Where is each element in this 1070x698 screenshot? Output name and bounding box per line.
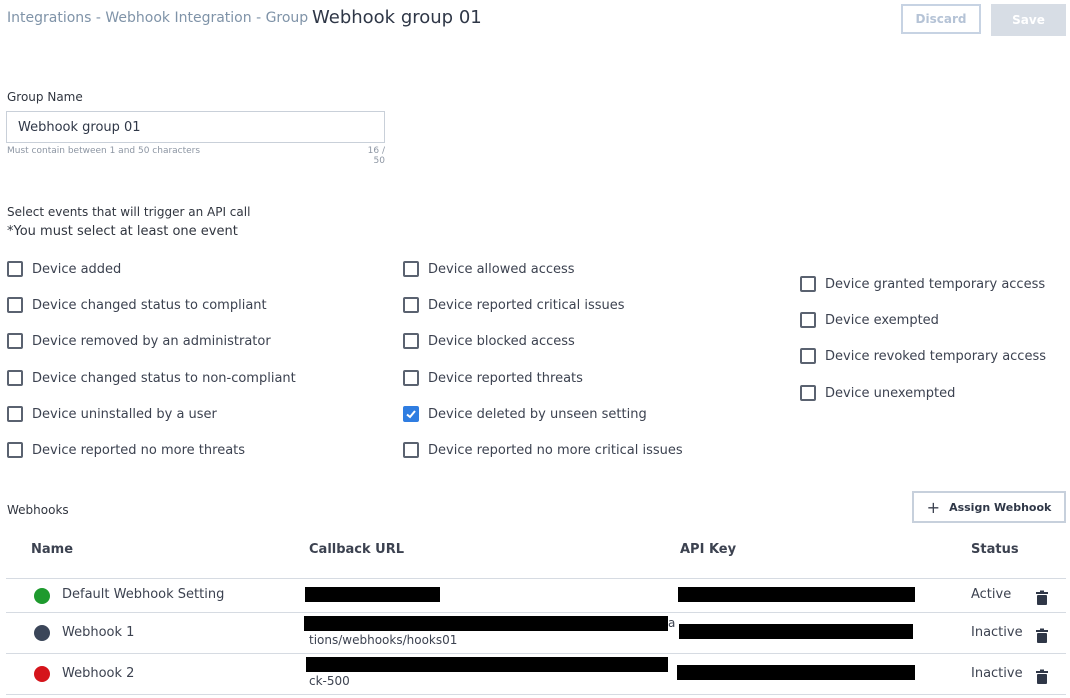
event-label: Device deleted by unseen setting bbox=[428, 406, 647, 422]
column-header-callback-url[interactable]: Callback URL bbox=[309, 542, 404, 557]
breadcrumb: Integrations - Webhook Integration - Gro… bbox=[7, 10, 309, 26]
event-label: Device changed status to non-compliant bbox=[32, 370, 296, 386]
event-label: Device revoked temporary access bbox=[825, 348, 1046, 364]
checkbox[interactable] bbox=[7, 333, 23, 349]
webhook-name: Default Webhook Setting bbox=[62, 587, 225, 602]
callback-url-tail: ck-500 bbox=[309, 674, 350, 688]
group-name-helper: Must contain between 1 and 50 characters bbox=[7, 146, 201, 156]
webhook-name: Webhook 2 bbox=[62, 666, 135, 681]
checkbox[interactable] bbox=[403, 442, 419, 458]
checkbox[interactable] bbox=[403, 261, 419, 277]
checkbox[interactable] bbox=[7, 442, 23, 458]
checkbox[interactable] bbox=[7, 370, 23, 386]
page-title: Webhook group 01 bbox=[312, 7, 482, 28]
event-label: Device added bbox=[32, 261, 122, 277]
event-checkbox-item[interactable]: Device reported threats bbox=[403, 370, 583, 386]
event-label: Device granted temporary access bbox=[825, 276, 1046, 292]
status-text: Active bbox=[971, 587, 1012, 602]
redacted-callback-url bbox=[305, 587, 440, 602]
status-dot bbox=[34, 588, 50, 604]
event-checkbox-item[interactable]: Device changed status to non-compliant bbox=[7, 370, 296, 386]
event-label: Device unexempted bbox=[825, 385, 956, 401]
events-title: Select events that will trigger an API c… bbox=[7, 205, 251, 219]
checkbox-checked[interactable] bbox=[403, 406, 419, 422]
table-divider bbox=[6, 612, 1066, 613]
column-header-api-key[interactable]: API Key bbox=[680, 542, 736, 557]
checkbox[interactable] bbox=[403, 370, 419, 386]
char-counter: 16 / 50 bbox=[367, 146, 385, 166]
checkbox[interactable] bbox=[7, 406, 23, 422]
webhook-name: Webhook 1 bbox=[62, 625, 135, 640]
event-checkbox-item[interactable]: Device unexempted bbox=[800, 385, 955, 401]
assign-webhook-button[interactable]: + Assign Webhook bbox=[912, 491, 1066, 523]
webhooks-section-title: Webhooks bbox=[7, 503, 69, 517]
trash-icon[interactable] bbox=[1035, 590, 1049, 606]
status-dot bbox=[34, 625, 50, 641]
checkbox[interactable] bbox=[7, 261, 23, 277]
callback-url-fragment: a bbox=[668, 616, 676, 630]
event-label: Device exempted bbox=[825, 312, 939, 328]
checkbox[interactable] bbox=[800, 276, 816, 292]
event-checkbox-item[interactable]: Device uninstalled by a user bbox=[7, 406, 217, 422]
discard-button[interactable]: Discard bbox=[901, 4, 981, 34]
trash-icon[interactable] bbox=[1035, 669, 1049, 685]
events-note: *You must select at least one event bbox=[7, 224, 238, 239]
event-label: Device allowed access bbox=[428, 261, 575, 277]
event-label: Device blocked access bbox=[428, 333, 575, 349]
status-text: Inactive bbox=[971, 625, 1023, 640]
event-checkbox-item[interactable]: Device added bbox=[7, 261, 121, 277]
redacted-api-key bbox=[679, 624, 913, 639]
status-text: Inactive bbox=[971, 666, 1023, 681]
group-name-input[interactable] bbox=[6, 111, 385, 143]
event-checkbox-item[interactable]: Device blocked access bbox=[403, 333, 575, 349]
checkbox[interactable] bbox=[800, 385, 816, 401]
event-label: Device reported critical issues bbox=[428, 297, 625, 313]
event-label: Device changed status to compliant bbox=[32, 297, 267, 313]
save-button[interactable]: Save bbox=[991, 4, 1066, 36]
event-checkbox-item[interactable]: Device allowed access bbox=[403, 261, 575, 277]
trash-icon[interactable] bbox=[1035, 628, 1049, 644]
event-label: Device reported threats bbox=[428, 370, 583, 386]
event-checkbox-item[interactable]: Device deleted by unseen setting bbox=[403, 406, 647, 422]
redacted-api-key bbox=[677, 665, 915, 680]
checkbox[interactable] bbox=[800, 312, 816, 328]
status-dot bbox=[34, 666, 50, 682]
event-checkbox-item[interactable]: Device granted temporary access bbox=[800, 276, 1045, 292]
event-checkbox-item[interactable]: Device changed status to compliant bbox=[7, 297, 267, 313]
event-checkbox-item[interactable]: Device reported critical issues bbox=[403, 297, 625, 313]
checkbox[interactable] bbox=[7, 297, 23, 313]
checkbox[interactable] bbox=[403, 333, 419, 349]
event-checkbox-item[interactable]: Device revoked temporary access bbox=[800, 348, 1046, 364]
callback-url-tail: tions/webhooks/hooks01 bbox=[309, 633, 458, 647]
checkbox[interactable] bbox=[403, 297, 419, 313]
event-label: Device reported no more threats bbox=[32, 442, 246, 458]
event-checkbox-item[interactable]: Device exempted bbox=[800, 312, 939, 328]
group-name-label: Group Name bbox=[7, 90, 83, 104]
event-checkbox-item[interactable]: Device removed by an administrator bbox=[7, 333, 271, 349]
redacted-api-key bbox=[678, 587, 915, 602]
checkmark-icon bbox=[406, 410, 416, 419]
redacted-callback-url bbox=[304, 616, 668, 631]
event-checkbox-item[interactable]: Device reported no more threats bbox=[7, 442, 245, 458]
table-divider bbox=[6, 653, 1066, 654]
event-label: Device removed by an administrator bbox=[32, 333, 271, 349]
table-divider bbox=[6, 694, 1066, 695]
assign-webhook-label: Assign Webhook bbox=[949, 500, 1052, 514]
column-header-status[interactable]: Status bbox=[971, 542, 1019, 557]
event-label: Device reported no more critical issues bbox=[428, 442, 683, 458]
redacted-callback-url bbox=[306, 657, 668, 672]
checkbox[interactable] bbox=[800, 348, 816, 364]
event-checkbox-item[interactable]: Device reported no more critical issues bbox=[403, 442, 683, 458]
table-divider bbox=[6, 578, 1066, 579]
event-label: Device uninstalled by a user bbox=[32, 406, 217, 422]
plus-icon: + bbox=[926, 497, 941, 517]
column-header-name[interactable]: Name bbox=[31, 542, 73, 557]
